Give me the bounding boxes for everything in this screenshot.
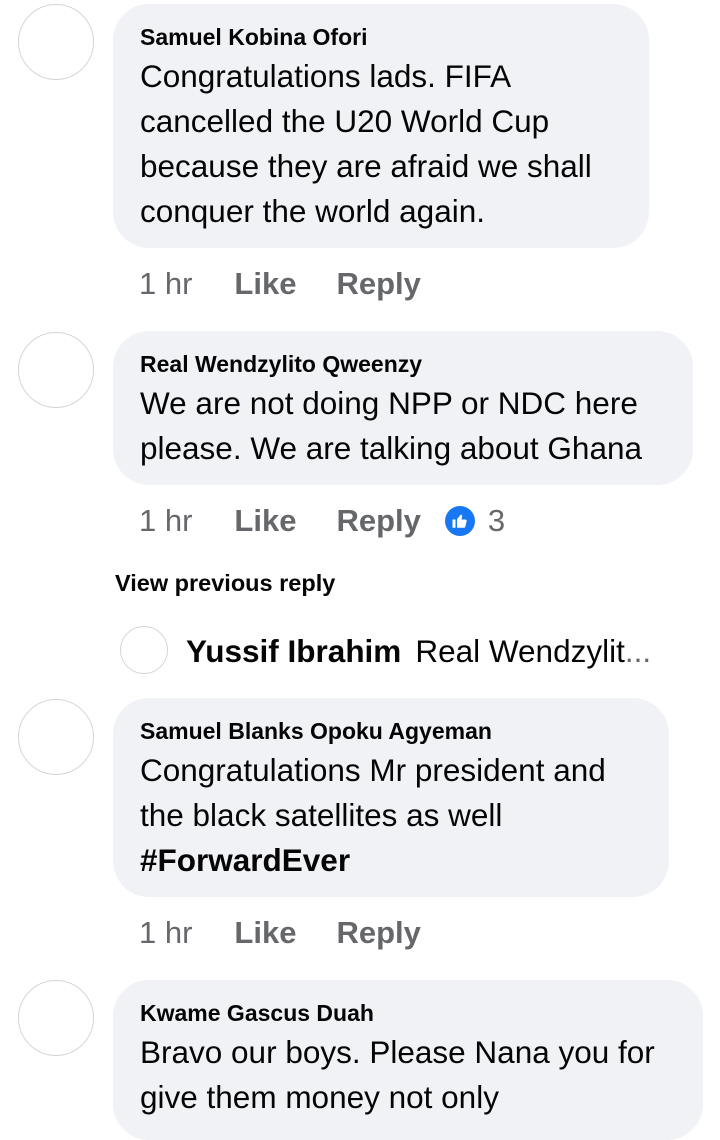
- comment-actions: 1 hr Like Reply: [139, 264, 461, 304]
- reaction-count[interactable]: 3: [488, 503, 505, 539]
- commenter-avatar[interactable]: [18, 332, 94, 408]
- comment-actions: 1 hr Like Reply 3: [139, 501, 505, 541]
- hashtag-link[interactable]: #ForwardEver: [140, 838, 642, 883]
- comment-bubble: Real Wendzylito Qweenzy We are not doing…: [113, 331, 693, 485]
- comment-text: Bravo our boys. Please Nana you for give…: [140, 1034, 655, 1115]
- comment-author[interactable]: Samuel Kobina Ofori: [140, 22, 622, 52]
- reply-preview[interactable]: Yussif Ibrahim Real Wendzylit...: [186, 630, 651, 672]
- reply-button[interactable]: Reply: [336, 915, 420, 951]
- comment-text: Congratulations lads. FIFA cancelled the…: [140, 58, 592, 229]
- reply-author[interactable]: Yussif Ibrahim: [186, 633, 401, 669]
- comment-author[interactable]: Samuel Blanks Opoku Agyeman: [140, 716, 642, 746]
- comment-bubble: Samuel Kobina Ofori Congratulations lads…: [113, 4, 649, 248]
- comment-timestamp[interactable]: 1 hr: [139, 266, 192, 302]
- reply-snippet: Real Wendzylit: [415, 633, 625, 669]
- comment-actions: 1 hr Like Reply: [139, 913, 461, 953]
- like-button[interactable]: Like: [234, 915, 296, 951]
- like-button[interactable]: Like: [234, 503, 296, 539]
- comment-bubble: Kwame Gascus Duah Bravo our boys. Please…: [113, 980, 703, 1140]
- comment-text: Congratulations Mr president and the bla…: [140, 752, 606, 833]
- comment-author[interactable]: Kwame Gascus Duah: [140, 998, 676, 1028]
- like-button[interactable]: Like: [234, 266, 296, 302]
- thumbs-up-icon: [452, 514, 467, 528]
- view-previous-reply-link[interactable]: View previous reply: [115, 568, 335, 598]
- commenter-avatar[interactable]: [18, 4, 94, 80]
- comment-author[interactable]: Real Wendzylito Qweenzy: [140, 349, 666, 379]
- reply-ellipsis: ...: [624, 633, 652, 669]
- reply-button[interactable]: Reply: [336, 266, 420, 302]
- commenter-avatar[interactable]: [18, 980, 94, 1056]
- commenter-avatar[interactable]: [18, 699, 94, 775]
- comment-timestamp[interactable]: 1 hr: [139, 503, 192, 539]
- reply-button[interactable]: Reply: [336, 503, 420, 539]
- comment-bubble: Samuel Blanks Opoku Agyeman Congratulati…: [113, 698, 669, 897]
- comment-text: We are not doing NPP or NDC here please.…: [140, 385, 643, 466]
- comment-timestamp[interactable]: 1 hr: [139, 915, 192, 951]
- like-reaction-icon[interactable]: [444, 506, 475, 536]
- reply-avatar[interactable]: [120, 626, 168, 674]
